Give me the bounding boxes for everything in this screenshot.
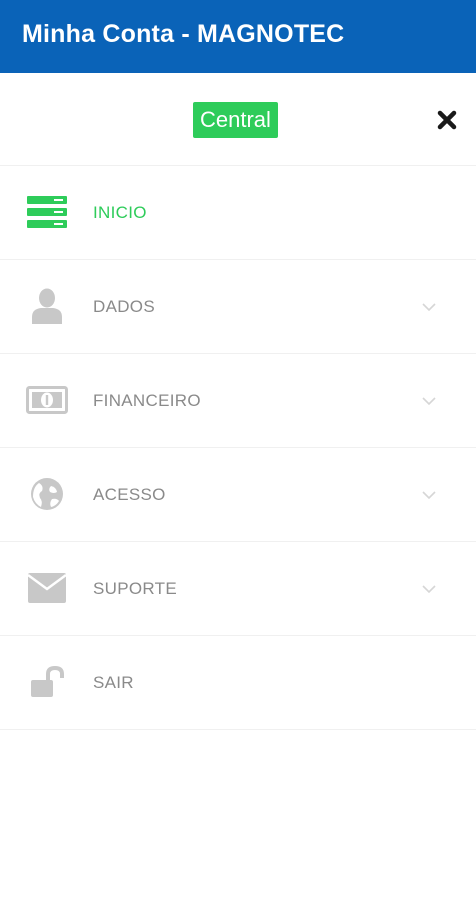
money-icon — [26, 381, 68, 419]
chevron-down-icon — [422, 491, 436, 500]
chevron-down-icon — [422, 585, 436, 594]
server-icon — [26, 193, 68, 231]
app-bar: Minha Conta - MAGNOTEC — [0, 0, 476, 73]
menu-item-acesso[interactable]: ACESSO — [0, 448, 476, 542]
app-title: Minha Conta - MAGNOTEC — [22, 20, 345, 48]
envelope-icon — [26, 569, 68, 607]
menu-item-label: SUPORTE — [93, 579, 177, 598]
user-icon — [26, 287, 68, 325]
drawer-menu: INICIO DADOS FINANCEIRO ACESSO SUPORTE S… — [0, 166, 476, 730]
menu-item-label: DADOS — [93, 297, 155, 316]
menu-item-label: ACESSO — [93, 485, 166, 504]
menu-item-label: SAIR — [93, 673, 134, 692]
close-button[interactable] — [430, 103, 464, 137]
central-badge: Central — [193, 102, 278, 138]
menu-item-sair[interactable]: SAIR — [0, 636, 476, 730]
drawer-header: Central — [0, 73, 476, 166]
chevron-down-icon — [422, 303, 436, 312]
menu-item-dados[interactable]: DADOS — [0, 260, 476, 354]
menu-item-label: FINANCEIRO — [93, 391, 201, 410]
unlock-icon — [26, 663, 68, 701]
menu-item-inicio[interactable]: INICIO — [0, 166, 476, 260]
chevron-down-icon — [422, 397, 436, 406]
menu-item-suporte[interactable]: SUPORTE — [0, 542, 476, 636]
close-icon — [437, 110, 457, 130]
menu-item-financeiro[interactable]: FINANCEIRO — [0, 354, 476, 448]
globe-icon — [26, 475, 68, 513]
menu-item-label: INICIO — [93, 203, 147, 222]
